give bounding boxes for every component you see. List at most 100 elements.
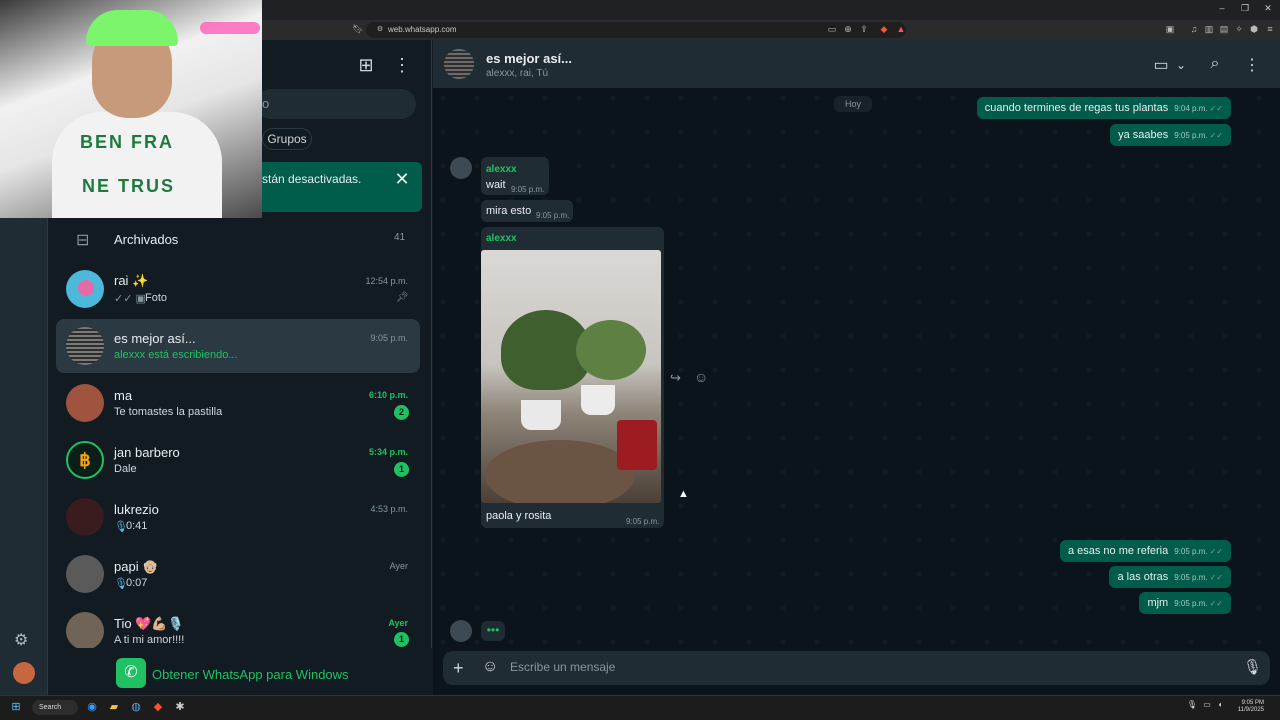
chat-preview: 0:07 bbox=[126, 577, 148, 589]
chevron-down-icon[interactable]: ⌄ bbox=[1171, 58, 1191, 72]
message-text: mira esto bbox=[486, 205, 532, 217]
extension-icon[interactable]: ✧ bbox=[1233, 24, 1245, 35]
archived-count: 41 bbox=[394, 232, 406, 243]
sender-name[interactable]: alexxx bbox=[486, 233, 517, 244]
share-icon[interactable]: ⇪ bbox=[858, 24, 870, 35]
more-options-icon[interactable]: ⋮ bbox=[1242, 55, 1262, 75]
new-chat-icon[interactable]: ⊞ bbox=[354, 55, 378, 76]
maximize-button[interactable]: ❐ bbox=[1237, 3, 1253, 14]
sender-avatar[interactable] bbox=[450, 620, 472, 642]
rewards-icon[interactable]: ▲ bbox=[895, 24, 907, 34]
chat-preview: Dale bbox=[114, 463, 137, 475]
archive-icon: ⊟ bbox=[76, 232, 90, 249]
brave-icon[interactable]: ◆ bbox=[150, 700, 166, 713]
webcam-overlay: BEN FRA NE TRUS bbox=[0, 0, 262, 218]
message-time: 9:05 p.m. bbox=[1174, 572, 1208, 582]
message-input[interactable]: Escribe un mensaje bbox=[510, 660, 615, 674]
get-app-link[interactable]: Obtener WhatsApp para Windows bbox=[152, 667, 349, 682]
archived-row[interactable] bbox=[56, 224, 426, 254]
chat-time: 9:05 p.m. bbox=[370, 333, 408, 343]
message-time: 9:04 p.m. bbox=[1174, 103, 1208, 113]
chat-row-rai[interactable] bbox=[56, 262, 420, 316]
avatar bbox=[66, 612, 104, 650]
profile-avatar[interactable] bbox=[13, 662, 35, 684]
attach-plus-icon[interactable]: + bbox=[453, 658, 464, 679]
outgoing-message[interactable]: cuando termines de regas tus plantas 9:0… bbox=[976, 97, 1231, 119]
settings-icon[interactable]: ⚙ bbox=[14, 630, 28, 650]
wallet-icon[interactable]: ▤ bbox=[1218, 24, 1230, 35]
outgoing-message[interactable]: a las otras 9:05 p.m. ✓✓ bbox=[1109, 566, 1231, 588]
outgoing-message[interactable]: ya saabes 9:05 p.m. ✓✓ bbox=[1110, 124, 1231, 146]
sender-name[interactable]: alexxx bbox=[486, 164, 517, 175]
forward-icon[interactable]: ↪ bbox=[670, 370, 681, 386]
vpn-icon[interactable]: ⬢ bbox=[1248, 24, 1260, 35]
taskbar-search[interactable]: Search bbox=[32, 700, 78, 715]
microphone-icon[interactable]: 🎙︎ bbox=[1243, 658, 1262, 676]
more-options-icon[interactable]: ⋮ bbox=[390, 55, 414, 76]
chrome-icon[interactable]: ◍ bbox=[128, 700, 144, 713]
app-icon[interactable]: ✱ bbox=[172, 700, 188, 713]
message-text: cuando termines de regas tus plantas bbox=[984, 102, 1169, 114]
minimize-button[interactable]: – bbox=[1214, 3, 1230, 13]
bitcoin-avatar-icon: ฿ bbox=[66, 441, 104, 479]
pin-icon: 📌︎ bbox=[396, 292, 409, 303]
plant-leaves bbox=[576, 320, 646, 380]
chat-row-papi[interactable] bbox=[56, 547, 420, 601]
sidebar-toggle-icon[interactable]: ▥ bbox=[1203, 24, 1215, 35]
file-explorer-icon[interactable]: ▰ bbox=[106, 700, 122, 713]
volume-icon[interactable]: ◖ bbox=[1212, 700, 1228, 709]
chat-name: rai ✨ bbox=[114, 273, 149, 288]
plant-pot bbox=[521, 400, 561, 430]
double-check-icon: ✓✓ bbox=[1209, 598, 1223, 608]
windows-start-icon[interactable]: ⊞ bbox=[8, 700, 24, 713]
close-icon[interactable]: ✕ bbox=[392, 169, 412, 190]
chat-row-es-mejor-asi[interactable] bbox=[56, 319, 420, 373]
microphone-icon[interactable]: 🎙︎ bbox=[1184, 700, 1200, 709]
windows-taskbar bbox=[0, 695, 1280, 720]
brave-shield-icon[interactable]: ◆ bbox=[878, 24, 890, 35]
video-call-icon[interactable]: ▭ bbox=[1151, 55, 1171, 75]
zoom-icon[interactable]: ⊕ bbox=[842, 24, 854, 35]
bookmark-icon[interactable]: 🔖︎ bbox=[352, 24, 364, 35]
filter-chip-groups[interactable]: Grupos bbox=[262, 128, 312, 150]
chat-row-jan-barbero[interactable] bbox=[56, 433, 420, 487]
unread-badge: 1 bbox=[394, 632, 409, 647]
search-icon[interactable]: ⌕ bbox=[1205, 55, 1225, 73]
search-input[interactable]: o bbox=[256, 89, 416, 119]
avatar bbox=[66, 555, 104, 593]
site-info-icon[interactable]: ⚙ bbox=[374, 25, 386, 33]
notification-text: stán desactivadas. bbox=[262, 172, 362, 186]
group-avatar[interactable] bbox=[444, 49, 474, 79]
url-field[interactable]: web.whatsapp.com bbox=[366, 22, 906, 38]
emoji-reaction-icon[interactable]: ☺ bbox=[694, 369, 708, 385]
screen-cast-icon[interactable]: ▭ bbox=[826, 24, 838, 35]
avatar-character bbox=[78, 280, 94, 296]
edge-icon[interactable]: ◉ bbox=[84, 700, 100, 713]
typing-bubble-icon: ••• bbox=[481, 621, 505, 641]
system-clock[interactable]: 9:05 PM 11/9/2025 bbox=[1228, 700, 1264, 714]
chat-time: 4:53 p.m. bbox=[370, 504, 408, 514]
music-icon[interactable]: ♫ bbox=[1188, 24, 1200, 34]
chat-preview: 0:41 bbox=[126, 520, 148, 532]
message-time: 9:05 p.m. bbox=[1174, 130, 1208, 140]
sticker-icon[interactable]: ☺ bbox=[482, 658, 498, 676]
shared-photo[interactable] bbox=[481, 250, 661, 503]
outgoing-message[interactable]: mjm 9:05 p.m. ✓✓ bbox=[1139, 592, 1231, 614]
reader-icon[interactable]: ▣ bbox=[1164, 24, 1176, 35]
message-time: 9:05 p.m. bbox=[1174, 598, 1208, 608]
clock-date: 11/9/2025 bbox=[1237, 707, 1264, 713]
decorative-bowl bbox=[485, 440, 635, 503]
chat-row-lukrezio[interactable] bbox=[56, 490, 420, 544]
message-text: mjm bbox=[1147, 597, 1169, 609]
chat-preview: A ti mi amor!!!! bbox=[114, 634, 185, 646]
close-window-button[interactable]: ✕ bbox=[1260, 3, 1276, 14]
menu-icon[interactable]: ≡ bbox=[1264, 24, 1276, 34]
chat-time: Ayer bbox=[389, 561, 408, 571]
chat-name: lukrezio bbox=[114, 502, 159, 517]
sender-avatar[interactable] bbox=[450, 157, 472, 179]
chat-row-ma[interactable] bbox=[56, 376, 420, 430]
conversation-title: es mejor así... bbox=[486, 51, 572, 66]
outgoing-message[interactable]: a esas no me referia 9:05 p.m. ✓✓ bbox=[1059, 540, 1231, 562]
chat-time: Ayer bbox=[388, 618, 408, 628]
message-text: a esas no me referia bbox=[1067, 545, 1169, 557]
